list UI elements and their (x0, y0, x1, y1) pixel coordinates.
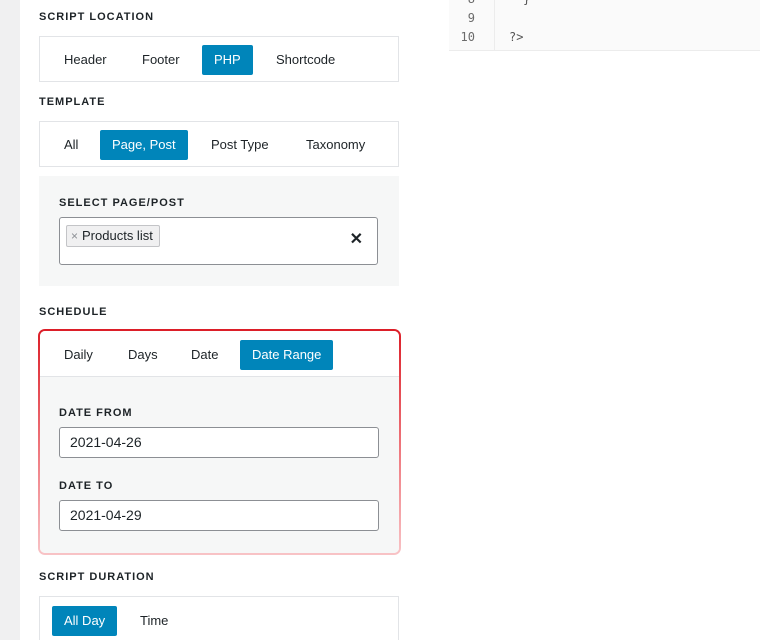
option-time[interactable]: Time (128, 606, 180, 636)
line-number: 9 (467, 11, 475, 25)
code-preview: 8 9 10 } ?> (449, 0, 760, 51)
page-post-multiselect[interactable]: × Products list ✕ (59, 217, 378, 265)
option-all[interactable]: All (52, 130, 90, 160)
option-days[interactable]: Days (116, 340, 170, 370)
option-taxonomy[interactable]: Taxonomy (294, 130, 377, 160)
schedule-highlight: Daily Days Date Date Range DATE FROM 202… (38, 329, 401, 555)
line-number: 10 (460, 30, 475, 44)
script-location-selector: Header Footer PHP Shortcode (39, 36, 399, 82)
code-line: ?> (509, 30, 524, 44)
script-location-label: SCRIPT LOCATION (39, 11, 155, 23)
date-from-input[interactable]: 2021-04-26 (59, 427, 379, 458)
option-php[interactable]: PHP (202, 45, 253, 75)
option-date[interactable]: Date (179, 340, 230, 370)
option-post-type[interactable]: Post Type (199, 130, 281, 160)
option-all-day[interactable]: All Day (52, 606, 118, 636)
code-line-numbers: 8 9 10 (449, 0, 495, 51)
remove-item-icon[interactable]: × (71, 226, 78, 246)
option-page-post[interactable]: Page, Post (100, 130, 188, 160)
template-label: TEMPLATE (39, 96, 106, 108)
select-page-post-panel: SELECT PAGE/POST × Products list ✕ (39, 176, 399, 286)
select-page-post-label: SELECT PAGE/POST (59, 197, 185, 209)
option-header[interactable]: Header (52, 45, 119, 75)
date-range-panel: DATE FROM 2021-04-26 DATE TO 2021-04-29 (40, 377, 399, 553)
schedule-label: SCHEDULE (39, 306, 108, 318)
selected-item-chip: × Products list (66, 225, 160, 247)
selected-item-label: Products list (82, 228, 153, 243)
date-to-input[interactable]: 2021-04-29 (59, 500, 379, 531)
date-from-label: DATE FROM (59, 407, 133, 419)
date-to-label: DATE TO (59, 480, 114, 492)
option-footer[interactable]: Footer (130, 45, 192, 75)
script-duration-selector: All Day Time (39, 596, 399, 640)
option-date-range[interactable]: Date Range (240, 340, 334, 370)
clear-selection-icon[interactable]: ✕ (350, 229, 363, 249)
schedule-box: Daily Days Date Date Range DATE FROM 202… (40, 331, 399, 553)
schedule-selector: Daily Days Date Date Range (40, 331, 399, 377)
script-duration-label: SCRIPT DURATION (39, 571, 155, 583)
left-gutter (0, 0, 20, 640)
option-daily[interactable]: Daily (52, 340, 105, 370)
line-number: 8 (468, 0, 475, 6)
template-selector: All Page, Post Post Type Taxonomy (39, 121, 399, 167)
option-shortcode[interactable]: Shortcode (264, 45, 347, 75)
code-line: } (523, 0, 530, 6)
